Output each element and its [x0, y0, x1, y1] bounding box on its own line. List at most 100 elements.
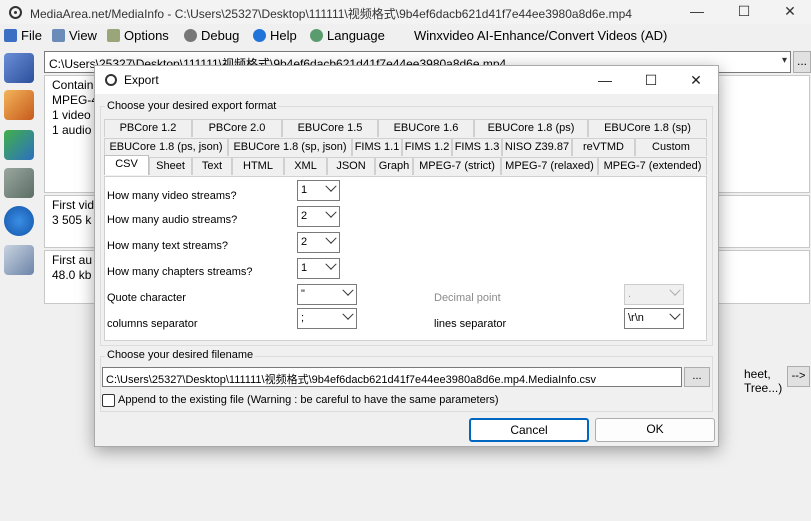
menu-help-label: Help — [270, 28, 297, 43]
chevron-down-icon — [669, 284, 681, 296]
export-icon[interactable] — [4, 130, 34, 160]
filename-browse-button[interactable]: ... — [684, 367, 710, 387]
tab-sheet[interactable]: Sheet — [149, 157, 192, 175]
audio-streams-value: 2 — [301, 210, 308, 222]
menu-debug-label: Debug — [201, 28, 240, 43]
menu-options[interactable]: Options — [107, 28, 169, 43]
columns-separator-select[interactable]: ; — [297, 308, 357, 329]
chevron-down-icon — [325, 206, 337, 218]
tab-html[interactable]: HTML — [232, 157, 284, 175]
left-toolbar — [0, 48, 42, 521]
tab-ebucore-1-8-ps[interactable]: EBUCore 1.8 (ps) — [474, 119, 588, 137]
path-browse-button[interactable]: ... — [793, 51, 811, 73]
chevron-down-icon — [342, 284, 354, 296]
tab-json[interactable]: JSON — [327, 157, 375, 175]
tab-niso-z39-87[interactable]: NISO Z39.87 — [502, 138, 572, 156]
minimize-button[interactable]: — — [674, 0, 720, 24]
filename-group-label: Choose your desired filename — [105, 349, 256, 361]
menu-language[interactable]: Language — [310, 28, 385, 43]
first-video-value: 3 505 k — [52, 213, 92, 227]
menu-language-label: Language — [327, 28, 385, 43]
first-video-label: First vid — [52, 198, 94, 212]
columns-separator-label: columns separator — [107, 318, 198, 330]
video-streams-label: How many video streams? — [107, 190, 237, 202]
open-folder-icon[interactable] — [4, 90, 34, 120]
tab-xml[interactable]: XML — [284, 157, 327, 175]
lines-separator-select[interactable]: \r\n — [624, 308, 684, 329]
append-checkbox-label[interactable]: Append to the existing file (Warning : b… — [118, 394, 499, 406]
tab-custom[interactable]: Custom — [635, 138, 707, 156]
tab-csv[interactable]: CSV — [104, 155, 149, 175]
maximize-button[interactable]: ☐ — [721, 0, 767, 24]
quote-character-value: " — [301, 288, 305, 300]
menu-winxvideo-ad[interactable]: Winxvideo AI-Enhance/Convert Videos (AD) — [414, 28, 667, 43]
tab-revtmd[interactable]: reVTMD — [572, 138, 635, 156]
tab-text[interactable]: Text — [192, 157, 232, 175]
tab-ebucore-1-5[interactable]: EBUCore 1.5 — [282, 119, 378, 137]
menu-view-label: View — [69, 28, 97, 43]
chapter-streams-label: How many chapters streams? — [107, 266, 253, 278]
quote-character-select[interactable]: " — [297, 284, 357, 305]
help-icon — [253, 29, 266, 42]
tab-fims-1-2[interactable]: FIMS 1.2 — [402, 138, 452, 156]
tab-pbcore-2-0[interactable]: PBCore 2.0 — [192, 119, 282, 137]
dialog-close-button[interactable]: ✕ — [673, 66, 719, 94]
audio-streams-label: How many audio streams? — [107, 214, 238, 226]
lines-separator-label: lines separator — [434, 318, 507, 330]
globe-icon — [310, 29, 323, 42]
chevron-down-icon — [325, 258, 337, 270]
menu-debug[interactable]: Debug — [184, 28, 239, 43]
tab-ebucore-1-8-ps-json[interactable]: EBUCore 1.8 (ps, json) — [104, 138, 228, 156]
view-icon — [52, 29, 65, 42]
first-audio-label: First au — [52, 253, 93, 267]
knowledge-base-icon[interactable] — [4, 245, 34, 275]
view-type-text: heet, Tree...) — [744, 367, 783, 395]
chevron-down-icon[interactable]: ▾ — [782, 55, 787, 66]
file-icon — [4, 29, 17, 42]
open-file-icon[interactable] — [4, 53, 34, 83]
format-value: MPEG-4 — [52, 93, 99, 107]
tab-ebucore-1-6[interactable]: EBUCore 1.6 — [378, 119, 474, 137]
tab-ebucore-1-8-sp-json[interactable]: EBUCore 1.8 (sp, json) — [228, 138, 352, 156]
first-audio-value: 48.0 kb — [52, 268, 92, 282]
text-streams-label: How many text streams? — [107, 240, 229, 252]
decimal-point-label: Decimal point — [434, 292, 501, 304]
chevron-down-icon — [669, 308, 681, 320]
chapter-streams-select[interactable]: 1 — [297, 258, 340, 279]
tab-graph[interactable]: Graph — [375, 157, 413, 175]
menu-help[interactable]: Help — [253, 28, 297, 43]
about-icon[interactable] — [4, 206, 34, 236]
tab-pbcore-1-2[interactable]: PBCore 1.2 — [104, 119, 192, 137]
audio-streams-select[interactable]: 2 — [297, 206, 340, 227]
filename-input[interactable]: C:\Users\25327\Desktop\111111\视频格式\9b4ef… — [102, 367, 682, 387]
tab-mpeg7-strict[interactable]: MPEG-7 (strict) — [413, 157, 501, 175]
tab-mpeg7-relaxed[interactable]: MPEG-7 (relaxed) — [501, 157, 598, 175]
cancel-button[interactable]: Cancel — [469, 418, 589, 442]
tab-fims-1-3[interactable]: FIMS 1.3 — [452, 138, 502, 156]
decimal-point-value: . — [628, 288, 632, 300]
mediainfo-app-icon — [9, 6, 22, 19]
format-group-label: Choose your desired export format — [105, 100, 279, 112]
ok-button[interactable]: OK — [595, 418, 715, 442]
dialog-title: Export — [124, 73, 159, 87]
text-streams-select[interactable]: 2 — [297, 232, 340, 253]
append-checkbox[interactable] — [102, 394, 115, 407]
menu-file-label: File — [21, 28, 42, 43]
menu-options-label: Options — [124, 28, 169, 43]
dialog-minimize-button[interactable]: — — [582, 66, 628, 94]
close-button[interactable]: ✕ — [767, 0, 811, 24]
video-streams-select[interactable]: 1 — [297, 180, 340, 201]
menu-file[interactable]: File — [4, 28, 42, 43]
tab-ebucore-1-8-sp[interactable]: EBUCore 1.8 (sp) — [588, 119, 707, 137]
tab-mpeg7-extended[interactable]: MPEG-7 (extended) — [598, 157, 707, 175]
tab-fims-1-1[interactable]: FIMS 1.1 — [352, 138, 402, 156]
title-bar: MediaArea.net/MediaInfo - C:\Users\25327… — [0, 0, 811, 24]
preferences-icon[interactable] — [4, 168, 34, 198]
menu-view[interactable]: View — [52, 28, 97, 43]
chevron-down-icon — [325, 180, 337, 192]
view-go-button[interactable]: --> — [787, 366, 810, 387]
dialog-maximize-button[interactable]: ☐ — [628, 66, 674, 94]
mediainfo-app-icon — [105, 74, 117, 86]
quote-character-label: Quote character — [107, 292, 186, 304]
chapter-streams-value: 1 — [301, 262, 308, 274]
